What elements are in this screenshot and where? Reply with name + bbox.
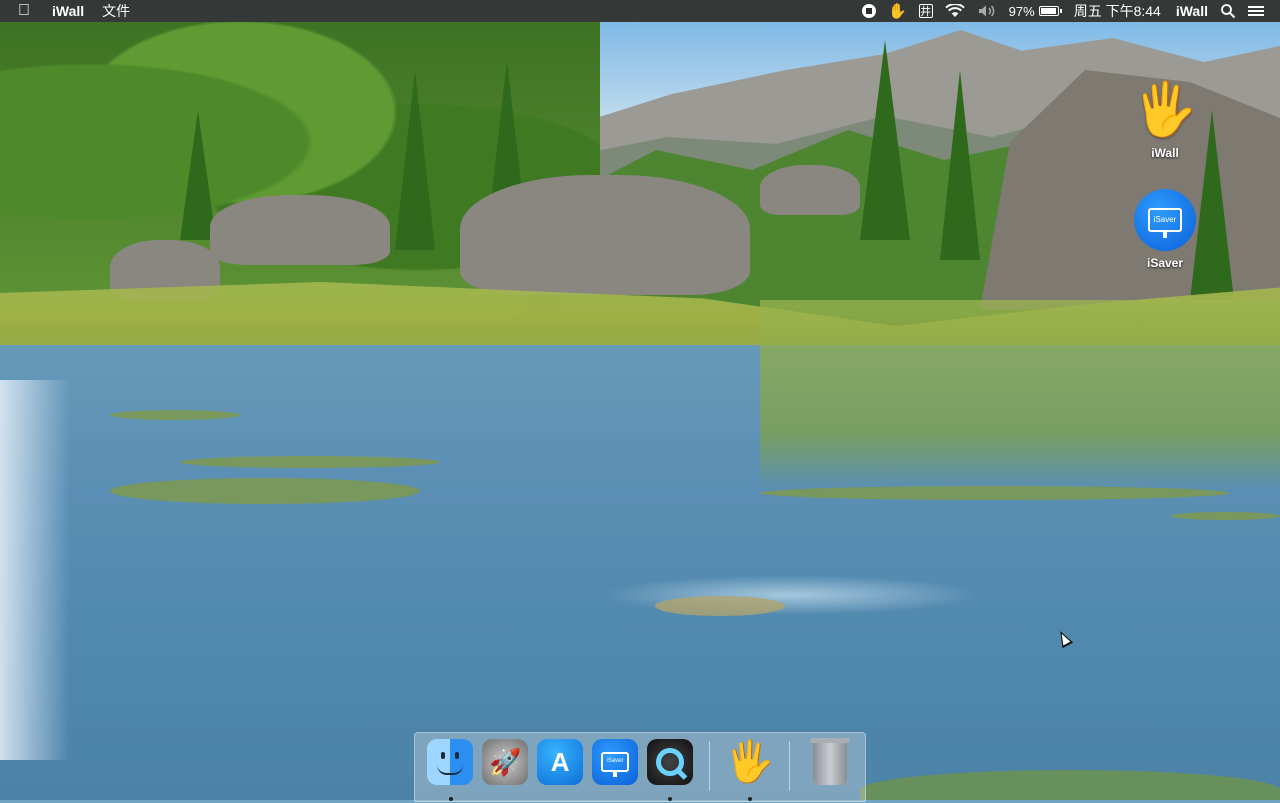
wallpaper-lily-pad bbox=[180, 456, 440, 468]
desktop-wallpaper bbox=[0, 0, 1280, 800]
menu-bar-status: ✋ 井 97% 周五 下午8:44 iWall bbox=[856, 0, 1280, 22]
volume-icon[interactable] bbox=[971, 0, 1003, 22]
menu-file[interactable]: 文件 bbox=[93, 0, 139, 22]
app-store-icon: A bbox=[537, 739, 584, 785]
input-method-glyph: 井 bbox=[918, 4, 933, 18]
stop-recording-icon[interactable] bbox=[856, 0, 882, 22]
wallpaper-rock bbox=[760, 165, 860, 215]
spotlight-search-icon[interactable] bbox=[1214, 0, 1242, 22]
dock-item-finder[interactable] bbox=[423, 739, 478, 803]
monitor-icon: iSaver bbox=[592, 739, 638, 785]
menu-app-name[interactable]: iWall bbox=[43, 0, 93, 22]
hand-icon: 🖐 bbox=[1132, 81, 1198, 139]
wallpaper-lily-pad bbox=[1170, 512, 1280, 520]
running-indicator bbox=[449, 797, 453, 801]
menu-bar:  iWall 文件 ✋ 井 97% 周五 下午8:44 iWall bbox=[0, 0, 1280, 22]
wallpaper-submerged-stone bbox=[655, 596, 785, 616]
desktop-icon-label: iSaver bbox=[1146, 256, 1184, 270]
isaver-screen-text: iSaver bbox=[1148, 208, 1182, 238]
wallpaper-lily-pad bbox=[110, 478, 420, 504]
desktop-icon-isaver[interactable]: iSaver iSaver bbox=[1125, 188, 1205, 270]
battery-percent: 97% bbox=[1008, 3, 1035, 19]
hand-icon: 🖐 bbox=[724, 740, 775, 784]
dock: 🚀 A iSaver 🖐 bbox=[414, 732, 866, 802]
dock-item-launchpad[interactable]: 🚀 bbox=[478, 739, 533, 803]
finder-icon bbox=[427, 739, 474, 785]
dock-separator bbox=[789, 741, 791, 791]
dock-item-quicktime[interactable] bbox=[642, 739, 697, 803]
hand-menu-icon[interactable]: ✋ bbox=[882, 0, 913, 22]
battery-icon bbox=[1038, 6, 1062, 16]
dock-item-app-store[interactable]: A bbox=[533, 739, 588, 803]
running-indicator bbox=[668, 797, 673, 801]
wallpaper-lily-pad bbox=[760, 486, 1230, 500]
quicktime-icon bbox=[646, 739, 693, 785]
wallpaper-lily-pad bbox=[110, 410, 240, 420]
notification-center-icon[interactable] bbox=[1242, 0, 1270, 22]
running-indicator bbox=[748, 797, 753, 801]
wallpaper-rock bbox=[460, 175, 750, 295]
dock-item-trash[interactable] bbox=[802, 738, 857, 803]
wifi-icon[interactable] bbox=[939, 0, 971, 22]
apple-icon[interactable]:  bbox=[0, 0, 43, 22]
trash-icon bbox=[809, 738, 850, 785]
menu-bar-left:  iWall 文件 bbox=[0, 0, 139, 22]
dock-item-isaver[interactable]: iSaver bbox=[588, 739, 643, 803]
monitor-icon: iSaver bbox=[1133, 188, 1197, 252]
wallpaper-reeds-reflection bbox=[760, 300, 1280, 490]
dock-separator bbox=[709, 741, 711, 791]
dock-item-iwall[interactable]: 🖐 bbox=[722, 739, 777, 803]
rocket-icon: 🚀 bbox=[482, 739, 529, 785]
wallpaper-rock bbox=[210, 195, 390, 265]
input-method-icon[interactable]: 井 bbox=[913, 0, 939, 22]
menu-extra-iwall[interactable]: iWall bbox=[1170, 0, 1214, 22]
menu-clock[interactable]: 周五 下午8:44 bbox=[1065, 0, 1170, 22]
desktop-icon-iwall[interactable]: 🖐 iWall bbox=[1125, 78, 1205, 160]
wallpaper-glare bbox=[0, 380, 70, 760]
isaver-screen-text: iSaver bbox=[601, 752, 629, 777]
battery-status[interactable]: 97% bbox=[1003, 4, 1065, 19]
desktop-icon-label: iWall bbox=[1151, 146, 1179, 160]
